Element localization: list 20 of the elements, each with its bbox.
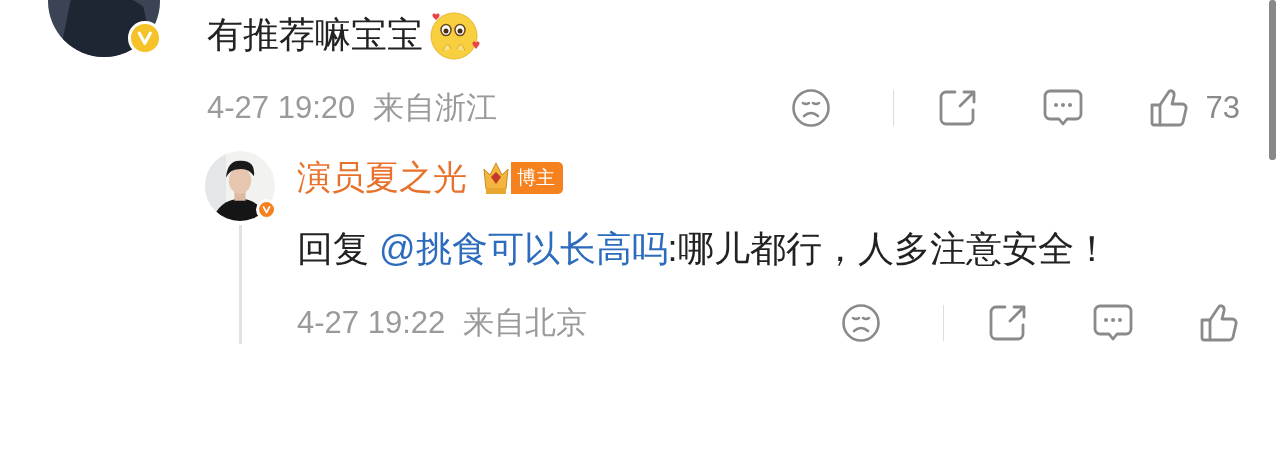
location-text: 来自北京	[463, 304, 588, 342]
mention-link[interactable]: @挑食可以长高吗	[379, 228, 668, 269]
scrollbar[interactable]	[1269, 0, 1276, 160]
sad-face-icon[interactable]	[841, 303, 881, 343]
comment-text: 有推荐嘛宝宝	[207, 12, 423, 57]
username[interactable]: 演员夏之光	[297, 155, 467, 201]
comment-icon[interactable]	[1041, 88, 1084, 128]
timestamp: 4-27 19:20	[207, 90, 356, 126]
blushing-emoji-icon	[427, 9, 483, 61]
blogger-badge: 博主	[511, 162, 563, 194]
sad-face-icon[interactable]	[790, 88, 831, 128]
crown-icon	[481, 161, 511, 195]
location-text: 来自浙江	[373, 89, 498, 127]
thumbs-up-icon[interactable]	[1198, 302, 1240, 344]
share-icon[interactable]	[937, 88, 978, 128]
like-count: 73	[1205, 90, 1240, 126]
reply-text: 回复 @挑食可以长高吗:哪儿都行，人多注意安全！	[297, 227, 1111, 271]
timestamp: 4-27 19:22	[297, 305, 446, 341]
share-icon[interactable]	[988, 303, 1028, 343]
comment-icon[interactable]	[1092, 303, 1134, 343]
